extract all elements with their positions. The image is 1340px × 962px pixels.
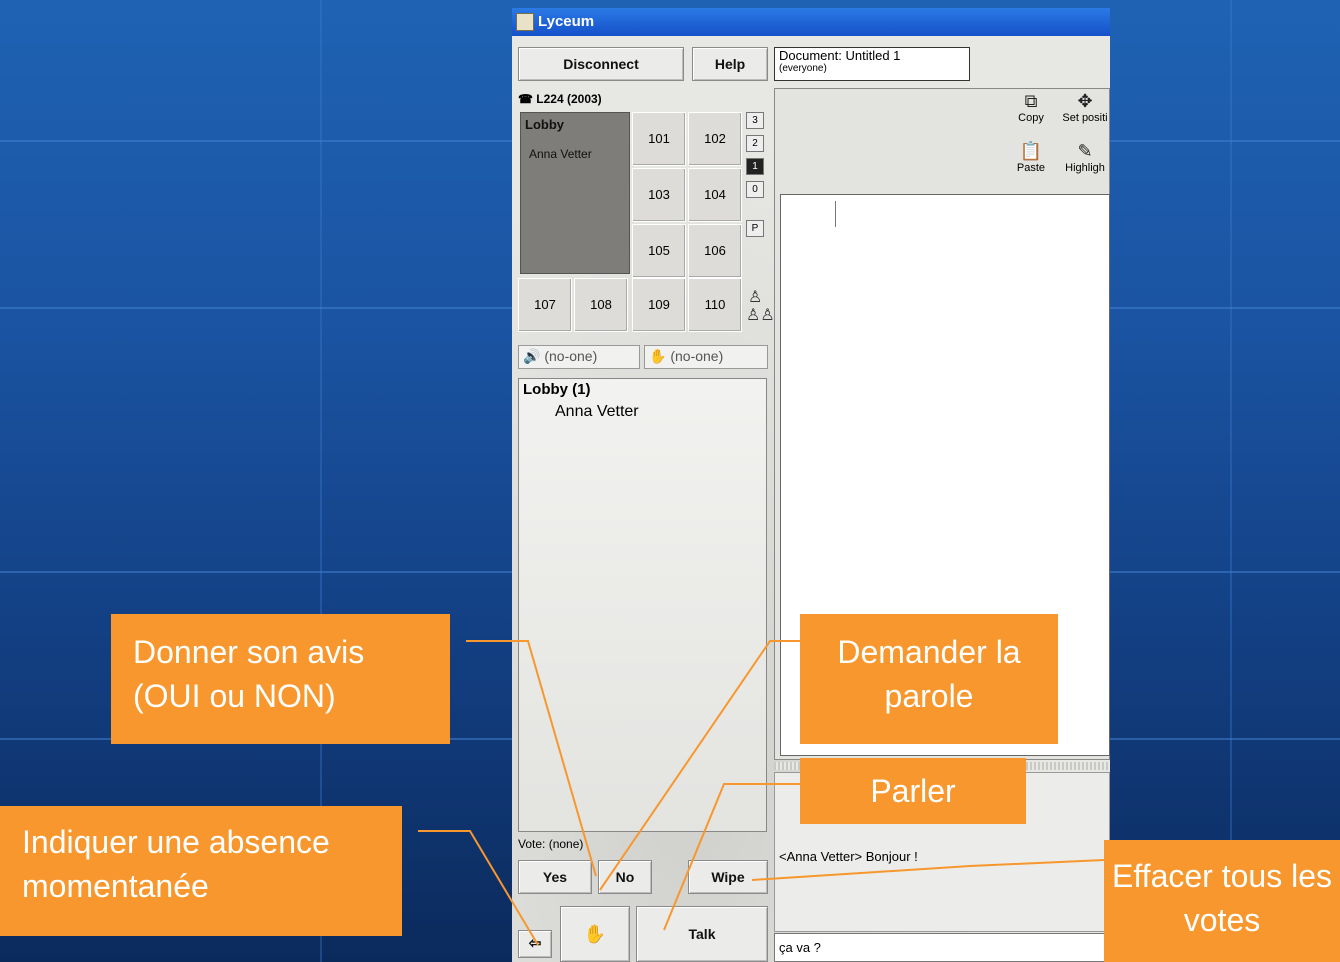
callout-effacer: Effacer tous les votes: [1104, 840, 1340, 962]
callout-parole: Demander la parole: [800, 614, 1058, 744]
connector-effacer: [751, 859, 1105, 881]
connector-avis: [466, 640, 597, 877]
connector-parole: [599, 640, 800, 891]
connector-parler: [663, 783, 800, 931]
callout-parler: Parler: [800, 758, 1026, 824]
connector-absence: [418, 830, 539, 946]
callout-absence: Indiquer une absence momentanée: [0, 806, 402, 936]
callout-avis: Donner son avis (OUI ou NON): [111, 614, 450, 744]
